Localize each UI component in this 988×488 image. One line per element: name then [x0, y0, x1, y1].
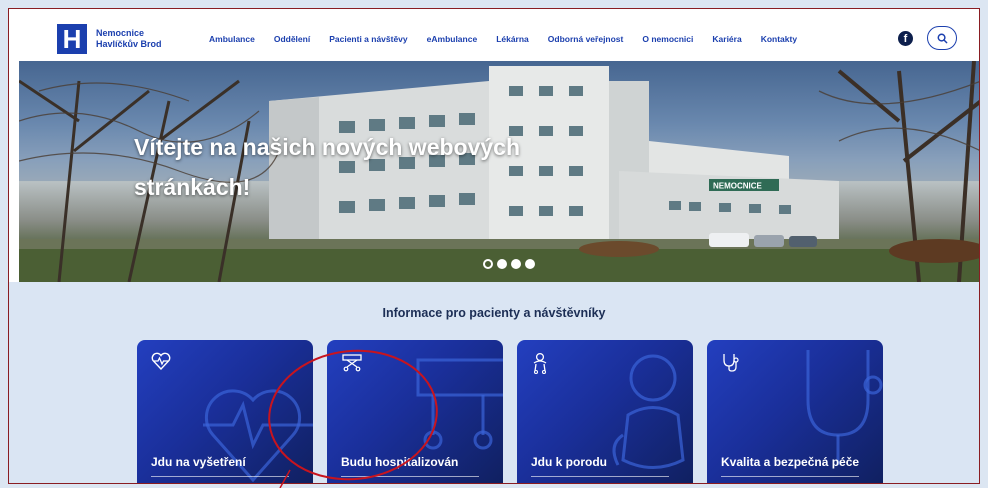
logo-line-2: Havlíčkův Brod — [96, 39, 162, 49]
logo-line-1: Nemocnice — [96, 28, 145, 38]
patient-info-section: Informace pro pacienty a návštěvníky Jdu… — [9, 282, 979, 483]
search-button[interactable] — [927, 26, 957, 50]
nav-item-ambulance[interactable]: Ambulance — [209, 34, 255, 44]
card-underline — [531, 476, 669, 477]
nav-item-pacienti[interactable]: Pacienti a návštěvy — [329, 34, 407, 44]
card-examination[interactable]: Jdu na vyšetření — [137, 340, 313, 483]
card-hospitalization[interactable]: Budu hospitalizován — [327, 340, 503, 483]
card-quality-care[interactable]: Kvalita a bezpečná péče — [707, 340, 883, 483]
browser-frame: H Nemocnice Havlíčkův Brod Ambulance Odd… — [8, 8, 980, 484]
baby-icon — [533, 352, 547, 374]
carousel-dots — [483, 259, 535, 269]
nav-item-oddeleni[interactable]: Oddělení — [274, 34, 310, 44]
nav-item-kontakty[interactable]: Kontakty — [761, 34, 797, 44]
card-label: Budu hospitalizován — [341, 455, 459, 469]
nav-item-eambulance[interactable]: eAmbulance — [427, 34, 478, 44]
heart-pulse-icon — [151, 352, 171, 370]
carousel-dot-2[interactable] — [497, 259, 507, 269]
search-icon — [937, 33, 947, 43]
facebook-icon[interactable]: f — [898, 31, 913, 46]
section-heading: Informace pro pacienty a návštěvníky — [382, 306, 606, 320]
nav-item-o-nemocnici[interactable]: O nemocnici — [642, 34, 693, 44]
building-sign: NEMOCNICE — [713, 182, 763, 191]
carousel-dot-3[interactable] — [511, 259, 521, 269]
logo-text: Nemocnice Havlíčkův Brod — [96, 28, 162, 50]
carousel-dot-1[interactable] — [483, 259, 493, 269]
stethoscope-icon — [723, 354, 739, 372]
card-birth[interactable]: Jdu k porodu — [517, 340, 693, 483]
main-nav: Ambulance Oddělení Pacienti a návštěvy e… — [209, 34, 816, 44]
hero-banner: NEMOCNICE Vítejte na našich nových webov… — [19, 61, 979, 282]
card-label: Jdu na vyšetření — [151, 455, 246, 469]
site-logo[interactable]: H Nemocnice Havlíčkův Brod — [57, 24, 162, 54]
nav-item-lekarna[interactable]: Lékárna — [496, 34, 529, 44]
hospital-bed-icon — [342, 354, 362, 372]
card-underline — [341, 476, 479, 477]
card-underline — [151, 476, 289, 477]
nav-item-kariera[interactable]: Kariéra — [712, 34, 741, 44]
hero-title: Vítejte na našich nových webových stránk… — [134, 134, 521, 200]
card-underline — [721, 476, 859, 477]
card-label: Kvalita a bezpečná péče — [721, 455, 860, 469]
nav-item-odborna-verejnost[interactable]: Odborná veřejnost — [548, 34, 624, 44]
site-header: H Nemocnice Havlíčkův Brod Ambulance Odd… — [9, 9, 979, 61]
logo-mark: H — [57, 24, 87, 54]
card-label: Jdu k porodu — [531, 455, 607, 469]
carousel-dot-4[interactable] — [525, 259, 535, 269]
